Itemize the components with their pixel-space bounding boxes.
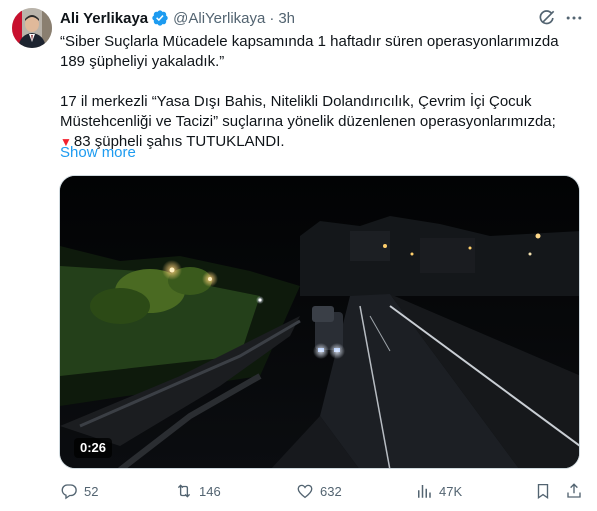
repost-icon bbox=[177, 484, 191, 498]
tweet-paragraph-2-line-1: 17 il merkezli “Yasa Dışı Bahis, Nitelik… bbox=[60, 93, 532, 110]
share-icon bbox=[567, 483, 581, 498]
share-button[interactable] bbox=[565, 481, 583, 501]
tweet-header: Ali Yerlikaya @AliYerlikaya · 3h bbox=[60, 8, 580, 28]
grok-icon bbox=[539, 10, 555, 25]
video-thumbnail bbox=[60, 176, 579, 468]
tweet-paragraph-1: “Siber Suçlarla Mücadele kapsamında 1 ha… bbox=[60, 33, 559, 70]
video-duration: 0:26 bbox=[74, 438, 113, 458]
avatar-image bbox=[12, 8, 52, 48]
heart-icon bbox=[297, 484, 313, 499]
avatar[interactable] bbox=[12, 8, 52, 48]
like-count: 632 bbox=[320, 483, 342, 499]
more-button[interactable] bbox=[564, 8, 584, 28]
like-button[interactable]: 632 bbox=[296, 481, 342, 501]
tweet-paragraph-2-line-2: Müstehcenliği ve Tacizi” suçlarına yönel… bbox=[60, 113, 556, 130]
separator-dot: · bbox=[269, 9, 275, 27]
author-name[interactable]: Ali Yerlikaya bbox=[60, 10, 148, 27]
tweet-time[interactable]: 3h bbox=[278, 10, 295, 27]
tweet-text: “Siber Suçlarla Mücadele kapsamında 1 ha… bbox=[60, 32, 580, 152]
tweet-paragraph-2-line-3: ▼ 83 şüpheli şahıs TUTUKLANDI. bbox=[60, 132, 580, 152]
verified-badge-icon[interactable] bbox=[151, 9, 169, 27]
views-button[interactable]: 47K bbox=[415, 481, 462, 501]
grok-button[interactable] bbox=[537, 8, 557, 28]
video-player[interactable]: 0:26 bbox=[59, 175, 580, 469]
reply-icon bbox=[61, 484, 77, 500]
show-more-link[interactable]: Show more bbox=[60, 144, 136, 161]
reply-button[interactable]: 52 bbox=[60, 481, 98, 501]
bookmark-button[interactable] bbox=[534, 481, 552, 501]
bookmark-icon bbox=[537, 483, 549, 500]
author-handle[interactable]: @AliYerlikaya bbox=[173, 10, 265, 27]
repost-button[interactable]: 146 bbox=[175, 481, 221, 501]
reply-count: 52 bbox=[84, 483, 99, 499]
repost-count: 146 bbox=[199, 483, 221, 499]
tweet-actions: 52 146 632 47K bbox=[60, 481, 585, 501]
more-icon bbox=[566, 16, 582, 20]
views-icon bbox=[418, 485, 431, 498]
tweet[interactable]: Ali Yerlikaya @AliYerlikaya · 3h “Siber … bbox=[0, 0, 597, 511]
views-count: 47K bbox=[439, 483, 463, 499]
